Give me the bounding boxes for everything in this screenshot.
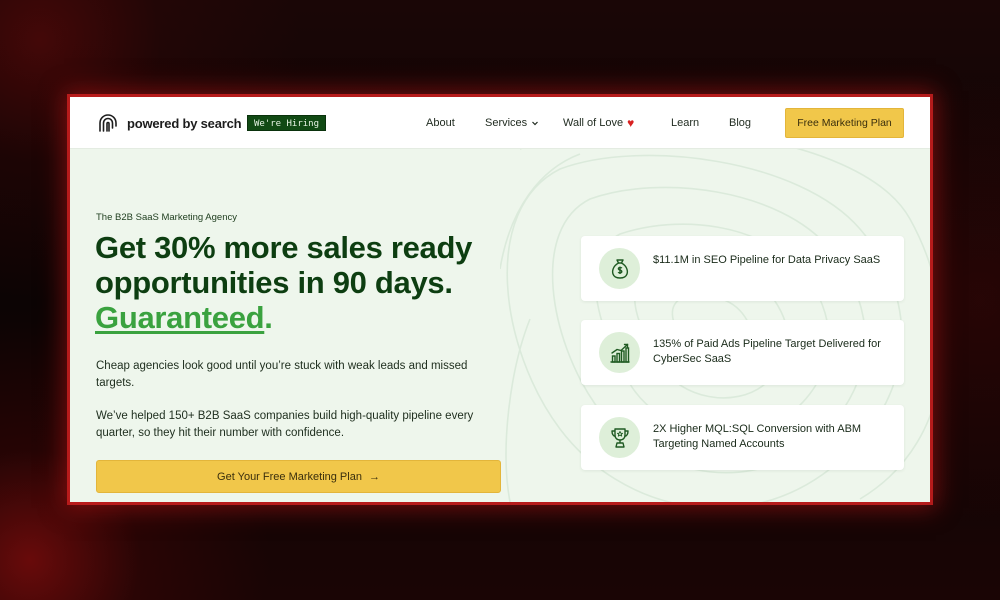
top-navigation-bar: powered by search We're Hiring About Ser… bbox=[70, 97, 930, 149]
hiring-badge[interactable]: We're Hiring bbox=[247, 115, 327, 131]
get-free-marketing-plan-button[interactable]: Get Your Free Marketing Plan → bbox=[96, 460, 501, 493]
stat-card-text: 2X Higher MQL:SQL Conversion with ABM Ta… bbox=[653, 423, 862, 450]
nav-item-learn[interactable]: Learn bbox=[671, 117, 699, 129]
bar-chart-growth-icon bbox=[609, 343, 630, 363]
headline-accent: Guaranteed bbox=[95, 300, 265, 335]
nav-item-services[interactable]: Services bbox=[485, 117, 539, 129]
nav-item-label: Learn bbox=[671, 117, 700, 129]
headline-line-1: Get 30% more sales ready bbox=[95, 230, 473, 265]
money-bag-icon bbox=[611, 258, 628, 279]
hero-paragraph-2: We’ve helped 150+ B2B SaaS companies bui… bbox=[96, 410, 474, 439]
stat-card-text: 135% of Paid Ads Pipeline Target Deliver… bbox=[653, 338, 881, 365]
hero-headline: Get 30% more sales ready opportunities i… bbox=[95, 230, 555, 335]
hero-paragraph-1: Cheap agencies look good until you’re st… bbox=[96, 360, 468, 389]
cta-label: Get Your Free Marketing Plan bbox=[217, 470, 362, 483]
nav-item-label: Wall of Love bbox=[563, 117, 624, 129]
headline-line-2: opportunities in 90 days. bbox=[95, 265, 453, 300]
nav-item-label: Blog bbox=[729, 117, 752, 129]
stat-card-seo: $11.1M in SEO Pipeline for Data Privacy … bbox=[581, 236, 904, 301]
brand-name: powered by search bbox=[127, 115, 242, 131]
stat-card-text: $11.1M in SEO Pipeline for Data Privacy … bbox=[653, 254, 881, 266]
stat-card-icon-wrap bbox=[599, 248, 640, 289]
stat-card-icon-wrap bbox=[599, 332, 640, 373]
nav-item-wall-of-love[interactable]: Wall of Love ♥ bbox=[563, 116, 634, 130]
nav-item-blog[interactable]: Blog bbox=[729, 117, 751, 129]
free-marketing-plan-button[interactable]: Free Marketing Plan bbox=[785, 108, 904, 138]
nav-item-label: Services bbox=[485, 117, 528, 129]
brand-logo[interactable]: powered by search bbox=[96, 111, 242, 135]
fingerprint-logo-icon bbox=[99, 114, 117, 132]
chevron-down-icon bbox=[532, 121, 539, 126]
arrow-right-icon: → bbox=[368, 470, 380, 483]
nav-item-label: About bbox=[426, 117, 455, 129]
browser-screenshot-frame: powered by search We're Hiring About Ser… bbox=[70, 97, 930, 502]
stat-card-abm: 2X Higher MQL:SQL Conversion with ABM Ta… bbox=[581, 405, 904, 470]
headline-dot: . bbox=[264, 300, 273, 335]
hero-eyebrow: The B2B SaaS Marketing Agency bbox=[96, 212, 237, 223]
nav-item-about[interactable]: About bbox=[426, 117, 455, 129]
trophy-icon bbox=[610, 427, 629, 448]
stat-card-icon-wrap bbox=[599, 417, 640, 458]
heart-icon: ♥ bbox=[627, 116, 635, 130]
stat-card-paid-ads: 135% of Paid Ads Pipeline Target Deliver… bbox=[581, 320, 904, 385]
